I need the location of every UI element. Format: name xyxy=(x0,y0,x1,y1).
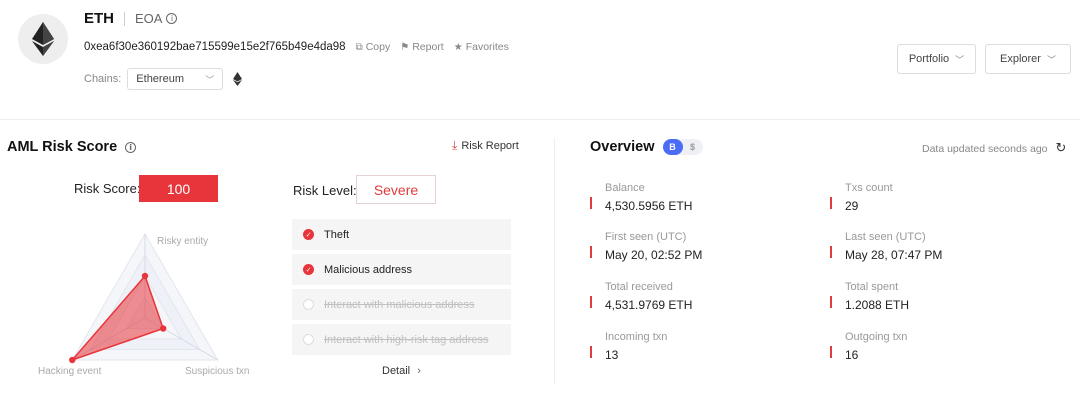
stat-label: Balance xyxy=(605,182,645,194)
chain-select[interactable]: Ethereum ﹀ xyxy=(127,68,224,90)
address-row: 0xea6f30e360192bae715599e15e2f765b49e4da… xyxy=(84,41,509,53)
chevron-right-icon: › xyxy=(417,365,421,377)
risk-item-malicious-address: ✓ Malicious address xyxy=(292,254,511,285)
portfolio-button[interactable]: Portfolio ﹀ xyxy=(897,44,976,74)
check-icon: ✓ xyxy=(303,264,314,275)
title-row: ETH EOA i xyxy=(84,10,178,27)
report-label: Report xyxy=(412,41,444,53)
chevron-down-icon: ﹀ xyxy=(1046,54,1056,65)
risk-item-label: Interact with malicious address xyxy=(324,298,475,311)
ethereum-chain-icon[interactable] xyxy=(233,72,243,86)
panel-divider xyxy=(554,138,555,384)
risk-report-label: Risk Report xyxy=(461,139,519,152)
check-icon: ✓ xyxy=(303,229,314,240)
stat-label: First seen (UTC) xyxy=(605,231,687,243)
flag-icon: ⚑ xyxy=(400,41,410,53)
updated-text: Data updated seconds ago xyxy=(922,142,1048,155)
chevron-down-icon: ﹀ xyxy=(955,54,965,65)
unchecked-circle-icon xyxy=(303,334,314,345)
currency-toggle[interactable]: B $ xyxy=(662,139,703,155)
favorites-label: Favorites xyxy=(465,41,509,53)
stat-label: Total received xyxy=(605,281,673,293)
detail-link[interactable]: Detail › xyxy=(382,365,421,377)
info-icon[interactable]: i xyxy=(166,13,178,24)
risk-level-badge: Severe xyxy=(356,175,436,204)
copy-button[interactable]: ⧉ Copy xyxy=(356,41,391,53)
portfolio-label: Portfolio xyxy=(908,53,950,65)
radar-label-hacking-event: Hacking event xyxy=(38,366,102,377)
token-symbol: ETH xyxy=(84,10,114,27)
risk-item-theft: ✓ Theft xyxy=(292,219,511,250)
risk-tag-list: ✓ Theft ✓ Malicious address Interact wit… xyxy=(292,219,511,359)
radar-point-hacking-event xyxy=(69,356,76,364)
divider xyxy=(124,11,125,26)
stat-value: 13 xyxy=(605,348,619,362)
chains-row: Chains: Ethereum ﹀ xyxy=(84,68,243,90)
chevron-down-icon: ﹀ xyxy=(205,74,215,85)
chains-label: Chains: xyxy=(84,73,122,85)
stat-value: 1.2088 ETH xyxy=(845,298,910,312)
stat-value: 16 xyxy=(845,348,859,362)
overview-section-title: Overview B $ xyxy=(590,139,703,155)
risk-item-interact-malicious: Interact with malicious address xyxy=(292,289,511,320)
risk-report-button[interactable]: ⤓ Risk Report xyxy=(452,138,519,153)
explorer-button[interactable]: Explorer ﹀ xyxy=(985,44,1071,74)
stat-outgoing-txn: Outgoing txn 16 xyxy=(830,330,907,362)
info-icon[interactable]: i xyxy=(125,141,137,153)
stat-label: Last seen (UTC) xyxy=(845,231,926,243)
risk-score-label: Risk Score: xyxy=(74,181,141,196)
data-updated: Data updated seconds ago ↻ xyxy=(922,141,1066,156)
eth-logo-avatar xyxy=(18,14,68,64)
radar-point-suspicious-txn xyxy=(159,325,167,332)
report-button[interactable]: ⚑ Report xyxy=(400,41,443,53)
overview-title-text: Overview xyxy=(590,139,655,155)
stat-first-seen: First seen (UTC) May 20, 02:52 PM xyxy=(590,230,702,262)
header-divider xyxy=(0,119,1080,120)
aml-title-text: AML Risk Score xyxy=(7,139,118,155)
stat-txs-count: Txs count 29 xyxy=(830,181,893,213)
stat-label: Txs count xyxy=(845,182,893,194)
stat-value: May 20, 02:52 PM xyxy=(605,248,703,262)
risk-level-label: Risk Level: xyxy=(293,183,357,198)
stat-label: Total spent xyxy=(845,281,899,293)
account-type: EOA xyxy=(135,11,163,26)
risk-item-label: Malicious address xyxy=(324,263,413,276)
toggle-btc-option[interactable]: B xyxy=(662,139,683,155)
risk-item-interact-high-risk: Interact with high-risk tag address xyxy=(292,324,511,355)
stat-incoming-txn: Incoming txn 13 xyxy=(590,330,667,362)
stat-last-seen: Last seen (UTC) May 28, 07:47 PM xyxy=(830,230,942,262)
radar-label-risky-entity: Risky entity xyxy=(157,236,209,247)
star-icon: ★ xyxy=(453,41,463,53)
favorites-button[interactable]: ★ Favorites xyxy=(454,41,509,53)
stat-total-spent: Total spent 1.2088 ETH xyxy=(830,280,909,312)
stat-label: Outgoing txn xyxy=(845,331,908,343)
stat-value: 4,530.5956 ETH xyxy=(605,199,693,213)
stat-value: 29 xyxy=(845,199,859,213)
stat-total-received: Total received 4,531.9769 ETH xyxy=(590,280,692,312)
ethereum-icon xyxy=(32,22,54,56)
stat-label: Incoming txn xyxy=(605,331,668,343)
risk-radar-chart xyxy=(69,233,219,364)
risk-score-value: 100 xyxy=(139,175,218,202)
copy-label: Copy xyxy=(365,41,391,53)
copy-icon: ⧉ xyxy=(355,41,363,53)
explorer-label: Explorer xyxy=(1000,53,1041,65)
radar-label-suspicious-txn: Suspicious txn xyxy=(185,366,250,377)
toggle-usd-option[interactable]: $ xyxy=(683,139,703,155)
radar-point-risky-entity xyxy=(141,272,149,280)
risk-item-label: Theft xyxy=(324,228,350,241)
download-icon: ⤓ xyxy=(452,138,458,152)
refresh-icon[interactable]: ↻ xyxy=(1056,141,1067,156)
wallet-address: 0xea6f30e360192bae715599e15e2f765b49e4da… xyxy=(84,41,346,53)
stat-value: May 28, 07:47 PM xyxy=(845,248,943,262)
detail-label: Detail xyxy=(382,365,411,377)
aml-section-title: AML Risk Score i xyxy=(7,139,137,155)
chain-selected-value: Ethereum xyxy=(136,73,184,85)
risk-item-label: Interact with high-risk tag address xyxy=(324,333,489,346)
unchecked-circle-icon xyxy=(303,299,314,310)
stat-balance: Balance 4,530.5956 ETH xyxy=(590,181,692,213)
stat-value: 4,531.9769 ETH xyxy=(605,298,693,312)
